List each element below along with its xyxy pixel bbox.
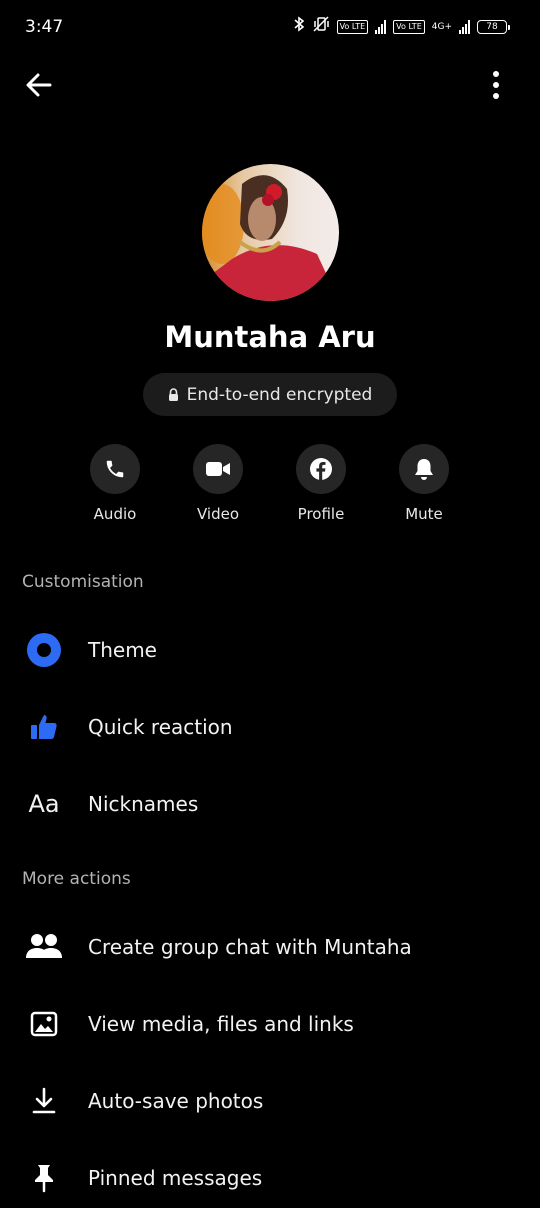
bluetooth-icon bbox=[293, 16, 305, 38]
bell-icon bbox=[415, 459, 433, 480]
image-icon bbox=[22, 1002, 66, 1046]
video-call-button[interactable] bbox=[193, 444, 243, 494]
download-icon bbox=[22, 1079, 66, 1123]
thumbs-up-icon bbox=[22, 705, 66, 749]
theme-row[interactable]: Theme bbox=[0, 620, 540, 680]
profile-button[interactable] bbox=[296, 444, 346, 494]
audio-label: Audio bbox=[93, 505, 137, 523]
pinned-messages-label: Pinned messages bbox=[88, 1166, 263, 1190]
lock-icon bbox=[168, 388, 178, 401]
vibrate-off-icon bbox=[312, 16, 330, 38]
pinned-messages-row[interactable]: Pinned messages bbox=[0, 1148, 540, 1208]
volte-badge-2: Vo LTE bbox=[393, 20, 425, 34]
back-button[interactable] bbox=[22, 68, 56, 102]
mute-button[interactable] bbox=[399, 444, 449, 494]
signal-bars-1-icon bbox=[375, 20, 387, 34]
theme-icon bbox=[22, 628, 66, 672]
profile-name: Muntaha Aru bbox=[164, 320, 376, 354]
arrow-left-icon bbox=[26, 73, 52, 97]
view-media-label: View media, files and links bbox=[88, 1012, 354, 1036]
video-label: Video bbox=[196, 505, 240, 523]
auto-save-photos-label: Auto-save photos bbox=[88, 1089, 264, 1113]
create-group-chat-label: Create group chat with Muntaha bbox=[88, 935, 412, 959]
avatar-image bbox=[202, 164, 339, 301]
more-vertical-icon bbox=[493, 71, 499, 99]
theme-label: Theme bbox=[88, 638, 157, 662]
profile-avatar[interactable] bbox=[202, 164, 339, 301]
more-actions-section-title: More actions bbox=[22, 869, 131, 889]
pin-icon bbox=[22, 1156, 66, 1200]
encryption-label: End-to-end encrypted bbox=[186, 384, 373, 405]
auto-save-photos-row[interactable]: Auto-save photos bbox=[0, 1071, 540, 1131]
network-type: 4G+ bbox=[431, 22, 452, 32]
nicknames-row[interactable]: Aa Nicknames bbox=[0, 774, 540, 834]
profile-action[interactable]: Profile bbox=[276, 444, 366, 523]
battery-icon: 78 bbox=[477, 20, 510, 34]
status-icons: Vo LTE Vo LTE 4G+ 78 bbox=[293, 16, 510, 38]
audio-call-action[interactable]: Audio bbox=[70, 444, 160, 523]
view-media-row[interactable]: View media, files and links bbox=[0, 994, 540, 1054]
more-options-button[interactable] bbox=[488, 70, 504, 100]
phone-icon bbox=[106, 460, 124, 478]
nicknames-label: Nicknames bbox=[88, 792, 199, 816]
video-call-action[interactable]: Video bbox=[173, 444, 263, 523]
signal-bars-2-icon bbox=[459, 20, 470, 34]
encryption-badge[interactable]: End-to-end encrypted bbox=[143, 373, 397, 416]
volte-badge: Vo LTE bbox=[336, 20, 369, 34]
video-camera-icon bbox=[206, 462, 230, 476]
battery-level: 78 bbox=[477, 20, 507, 34]
customisation-section-title: Customisation bbox=[22, 572, 144, 592]
profile-label: Profile bbox=[297, 505, 345, 523]
font-aa-icon: Aa bbox=[28, 790, 60, 818]
mute-action[interactable]: Mute bbox=[379, 444, 469, 523]
quick-reaction-label: Quick reaction bbox=[88, 715, 233, 739]
facebook-icon bbox=[310, 458, 332, 480]
quick-reaction-row[interactable]: Quick reaction bbox=[0, 697, 540, 757]
status-time: 3:47 bbox=[25, 17, 64, 37]
people-icon bbox=[22, 925, 66, 969]
status-bar: 3:47 Vo LTE Vo LTE 4G+ 78 bbox=[0, 0, 540, 56]
audio-call-button[interactable] bbox=[90, 444, 140, 494]
mute-label: Mute bbox=[405, 505, 443, 523]
create-group-chat-row[interactable]: Create group chat with Muntaha bbox=[0, 917, 540, 977]
